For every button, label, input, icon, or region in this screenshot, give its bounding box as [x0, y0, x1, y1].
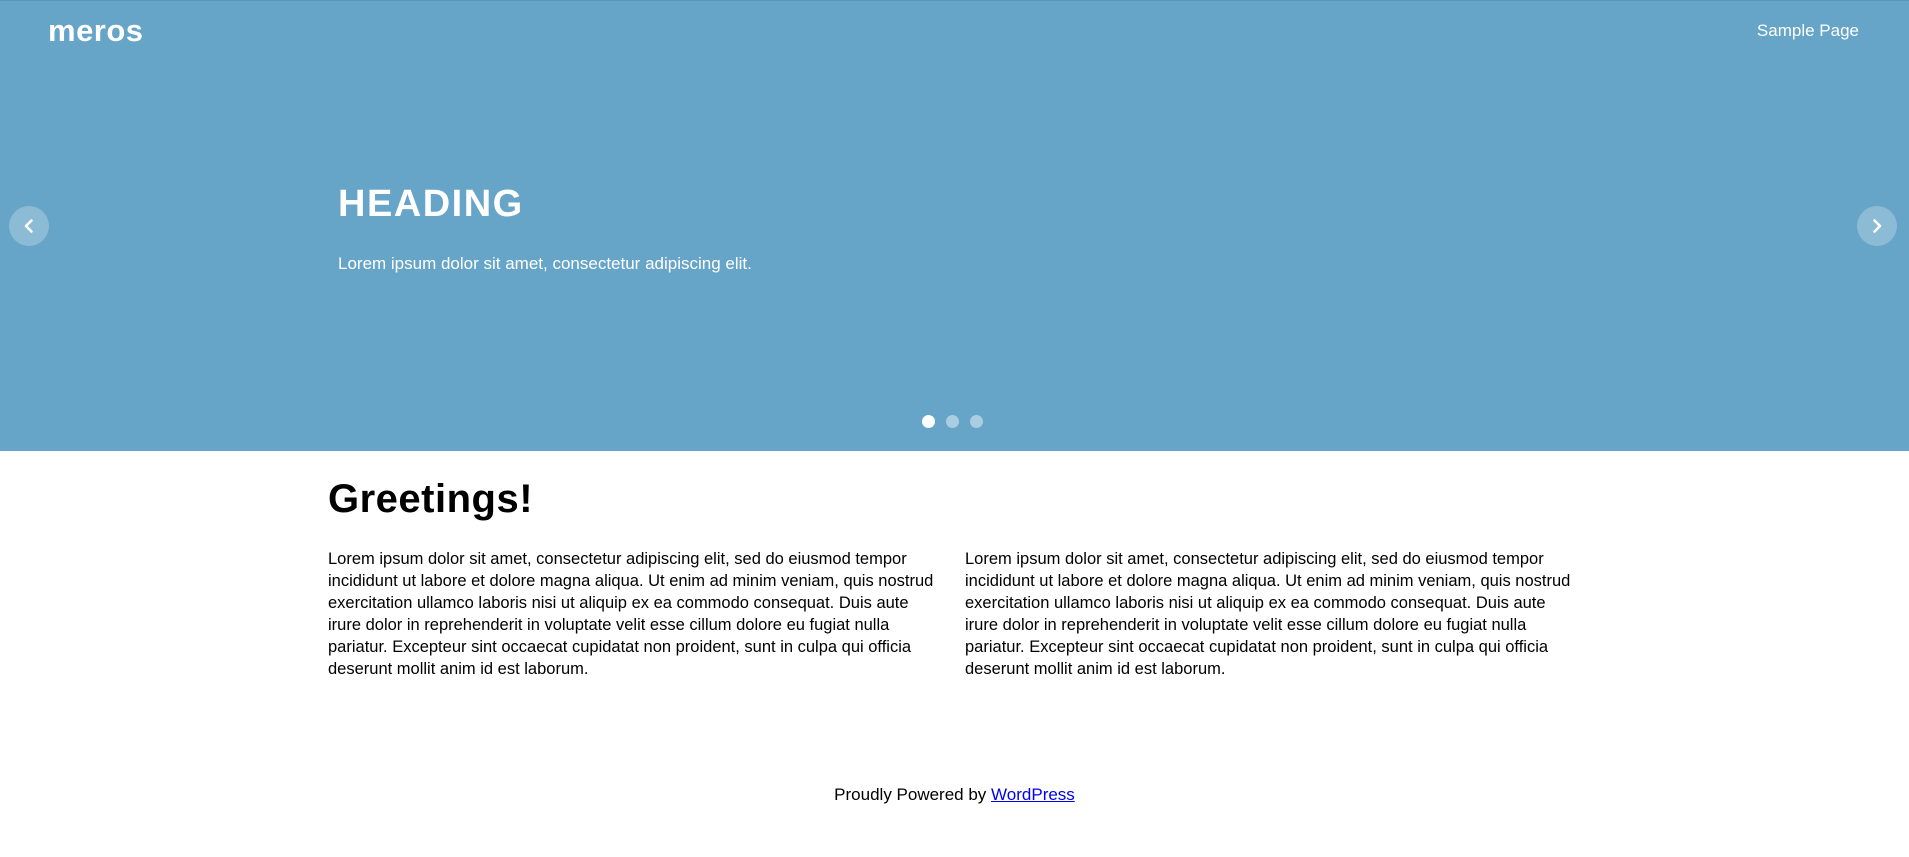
footer-text: Proudly Powered by — [834, 785, 992, 804]
slider-dot-3[interactable] — [970, 415, 983, 428]
slider-dot-2[interactable] — [946, 415, 959, 428]
footer-wordpress-link[interactable]: WordPress — [991, 785, 1075, 804]
content-column-right: Lorem ipsum dolor sit amet, consectetur … — [965, 550, 1571, 678]
chevron-left-icon — [24, 219, 33, 233]
slider-dot-1[interactable] — [922, 415, 935, 428]
slide-text: Lorem ipsum dolor sit amet, consectetur … — [338, 254, 752, 273]
site-logo[interactable]: meros — [48, 11, 144, 51]
slide-heading: HEADING — [338, 183, 524, 225]
slider-next-button[interactable] — [1857, 206, 1897, 246]
hero-slider: meros Sample Page HEADING Lorem ipsum do… — [0, 0, 1909, 451]
content-column-left: Lorem ipsum dolor sit amet, consectetur … — [328, 550, 934, 678]
slider-prev-button[interactable] — [9, 206, 49, 246]
nav-link-sample-page[interactable]: Sample Page — [1757, 19, 1859, 43]
site-footer: Proudly Powered by WordPress — [0, 783, 1909, 807]
page-title: Greetings! — [328, 477, 534, 521]
chevron-right-icon — [1873, 219, 1882, 233]
slider-pagination — [922, 415, 1002, 428]
